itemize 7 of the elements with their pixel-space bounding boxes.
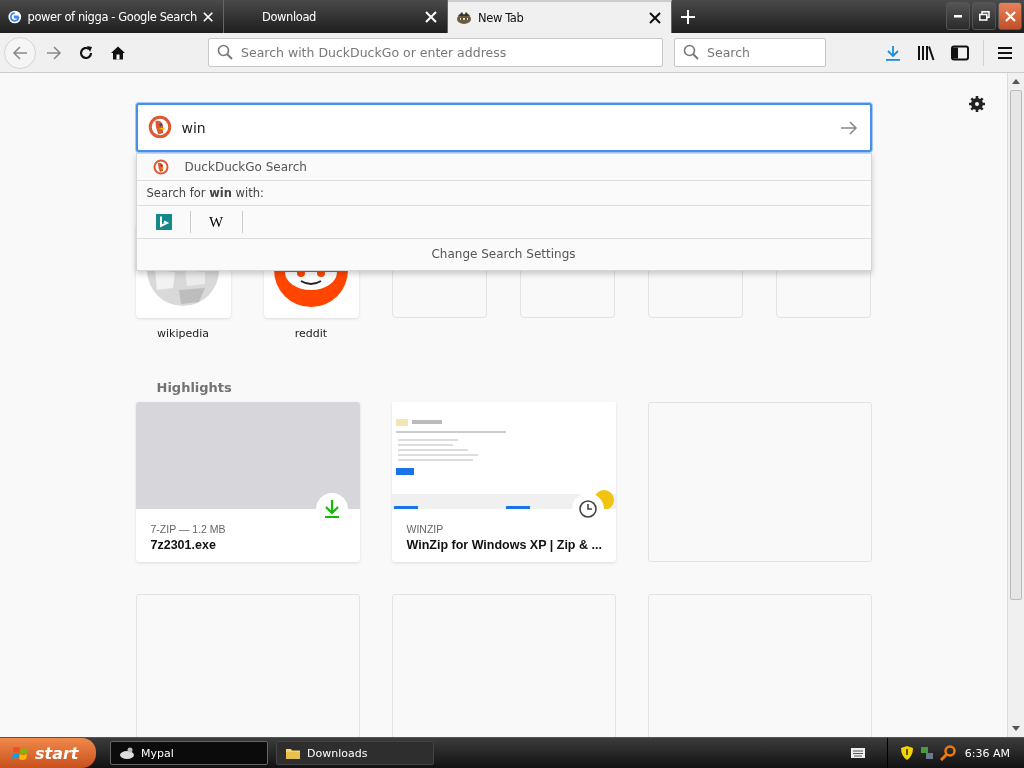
card-source: WINZIP (406, 523, 445, 535)
section-heading: Highlights (156, 380, 233, 397)
search-with-label: Search for win with: (136, 181, 871, 206)
card-title: 7z2301.exe (150, 538, 217, 552)
clock: 6:36 AM (964, 746, 1010, 760)
card-source: 7-ZIP — 1.2 MB (150, 523, 227, 535)
card-title: WinZip for Windows XP | Zip & ... (406, 538, 603, 552)
